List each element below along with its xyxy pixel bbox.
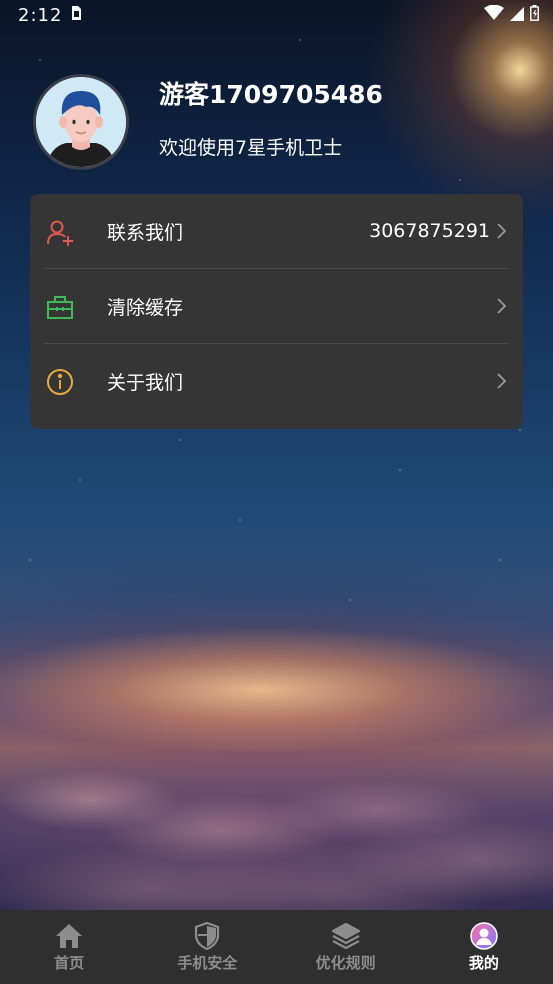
- status-bar: 2:12: [0, 0, 553, 30]
- tab-phone-security[interactable]: 手机安全: [138, 910, 276, 984]
- profile-icon: [469, 921, 499, 950]
- welcome-message: 欢迎使用7星手机卫士: [159, 136, 343, 159]
- wifi-icon: [484, 4, 504, 25]
- shield-icon: [192, 921, 222, 950]
- add-contact-icon: [46, 218, 74, 246]
- bottom-tab-bar: 首页 手机安全 优化规则 我的: [0, 910, 553, 984]
- status-time: 2:12: [18, 4, 63, 26]
- background-clouds: [0, 740, 553, 910]
- tab-home[interactable]: 首页: [0, 910, 138, 984]
- signal-icon: [510, 6, 524, 25]
- avatar-image: [36, 77, 126, 167]
- info-icon: [46, 368, 74, 396]
- contact-number: 3067875291: [369, 220, 490, 242]
- battery-icon: [530, 5, 539, 25]
- home-icon: [54, 922, 84, 950]
- menu-item-clear-cache[interactable]: 清除缓存: [30, 269, 523, 343]
- tab-optimization-rules[interactable]: 优化规则: [277, 910, 415, 984]
- layers-icon: [331, 922, 361, 950]
- chevron-right-icon: [495, 297, 507, 315]
- tab-label: 手机安全: [177, 953, 238, 972]
- tab-mine[interactable]: 我的: [415, 910, 553, 984]
- menu-item-about-us[interactable]: 关于我们: [30, 344, 523, 418]
- menu-item-label: 关于我们: [107, 371, 184, 394]
- menu-item-contact-us[interactable]: 联系我们 3067875291: [30, 194, 523, 268]
- settings-menu-card: 联系我们 3067875291 清除缓存 关于我们: [30, 194, 523, 429]
- chevron-right-icon: [495, 372, 507, 390]
- tab-label: 首页: [54, 953, 85, 972]
- tab-label: 我的: [468, 953, 499, 972]
- toolbox-icon: [46, 293, 74, 321]
- avatar[interactable]: [33, 74, 129, 170]
- menu-item-label: 清除缓存: [107, 296, 184, 319]
- sim-icon: [70, 5, 82, 25]
- menu-item-label: 联系我们: [107, 221, 184, 244]
- profile-header: 游客1709705486 欢迎使用7星手机卫士: [33, 74, 383, 170]
- tab-label: 优化规则: [315, 953, 376, 972]
- username: 游客1709705486: [159, 79, 383, 109]
- chevron-right-icon: [495, 222, 507, 240]
